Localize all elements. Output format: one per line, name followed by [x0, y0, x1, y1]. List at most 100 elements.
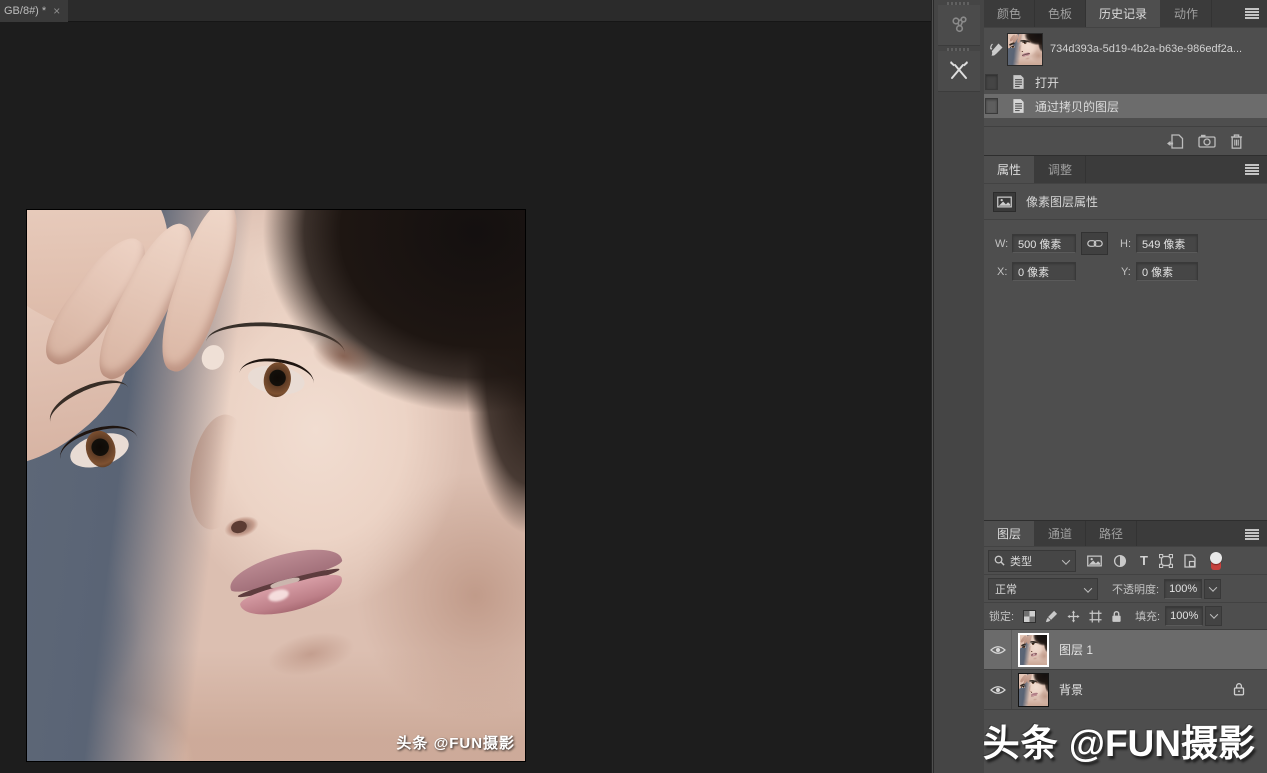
- half-circle-icon: [1113, 554, 1127, 567]
- link-icon: [1086, 240, 1103, 247]
- photoshop-window: GB/8#) * × 头条 @FUN摄影 颜色 色板 历史记录 动作 734d3…: [0, 0, 1267, 773]
- layer-filter-toggle[interactable]: [1209, 551, 1222, 570]
- lock-position-button[interactable]: [1067, 609, 1080, 623]
- filter-kind-value: 类型: [1010, 555, 1032, 568]
- eye-icon: [989, 685, 1006, 694]
- tab-adjustments[interactable]: 调整: [1035, 156, 1087, 183]
- collapsed-panel-tool-presets-button[interactable]: [938, 51, 980, 92]
- layer-name[interactable]: 背景: [1059, 681, 1083, 698]
- history-brush-well[interactable]: [985, 98, 998, 114]
- opacity-dropdown-button[interactable]: [1204, 578, 1222, 599]
- filter-pixel-layers-button[interactable]: [1087, 555, 1102, 567]
- document-tab[interactable]: GB/8#) * ×: [0, 0, 69, 22]
- document-image[interactable]: 头条 @FUN摄影: [27, 210, 525, 761]
- history-state-icon: [1011, 98, 1026, 114]
- collapsed-panel-nodes-button[interactable]: [938, 5, 980, 46]
- history-brush-well[interactable]: [985, 74, 998, 90]
- new-document-from-state-button[interactable]: [1166, 133, 1184, 149]
- layer-thumbnail[interactable]: [1018, 632, 1049, 667]
- smart-object-icon: [1184, 553, 1196, 568]
- lock-row: 锁定: 填充: 100%: [984, 603, 1267, 630]
- tab-layers[interactable]: 图层: [984, 521, 1036, 546]
- portrait-eye: [1009, 45, 1016, 49]
- dimensions-row-xy: X: Y:: [984, 260, 1267, 288]
- layer-row-background[interactable]: 背景: [984, 670, 1267, 710]
- panel-menu-icon[interactable]: [1245, 529, 1259, 540]
- lock-artboard-button[interactable]: [1089, 609, 1102, 623]
- crossed-brushes-icon: [950, 61, 968, 79]
- blend-mode-select[interactable]: 正常: [988, 577, 1098, 600]
- canvas-area[interactable]: GB/8#) * × 头条 @FUN摄影: [0, 0, 932, 773]
- history-state-layer-via-copy[interactable]: 通过拷贝的图层: [984, 94, 1267, 118]
- history-snapshot-name: 734d393a-5d19-4b2a-b63e-986edf2a...: [1050, 43, 1243, 55]
- layer-thumbnail[interactable]: [1018, 672, 1049, 707]
- filter-smart-objects-button[interactable]: [1184, 553, 1196, 568]
- page-watermark: 头条 @FUN摄影: [983, 713, 1255, 767]
- lock-all-button[interactable]: [1111, 610, 1122, 623]
- panel-dock-strip: [933, 0, 984, 773]
- chevron-down-icon: [1209, 610, 1218, 619]
- tab-actions[interactable]: 动作: [1161, 0, 1213, 27]
- visibility-toggle[interactable]: [984, 630, 1012, 669]
- linked-nodes-icon: [952, 16, 967, 33]
- portrait-chin-shadow: [1023, 56, 1032, 61]
- photo-watermark: 头条 @FUN摄影: [396, 734, 516, 752]
- watermark-handle: @FUN摄影: [1058, 723, 1255, 764]
- artboard-icon: [1089, 609, 1102, 623]
- properties-panel-tabs: 属性 调整: [984, 156, 1267, 184]
- eye-icon: [989, 645, 1006, 654]
- tab-history[interactable]: 历史记录: [1086, 0, 1162, 27]
- link-dimensions-button[interactable]: [1081, 232, 1108, 255]
- tab-channels[interactable]: 通道: [1035, 521, 1087, 546]
- blend-row: 正常 不透明度:: [984, 575, 1267, 603]
- chevron-down-icon: [1061, 555, 1071, 565]
- new-snapshot-button[interactable]: [1198, 134, 1216, 148]
- x-input[interactable]: [1012, 262, 1076, 281]
- layers-panel-tabs: 图层 通道 路径: [984, 521, 1267, 547]
- fill-input[interactable]: [1165, 606, 1204, 626]
- history-panel: 颜色 色板 历史记录 动作 734d393a-5d19-4b2a-b63e-98…: [984, 0, 1267, 155]
- portrait-chin-shadow: [252, 617, 370, 690]
- layer-row-layer1[interactable]: 图层 1: [984, 630, 1267, 670]
- height-input[interactable]: [1136, 234, 1198, 253]
- tab-paths[interactable]: 路径: [1086, 521, 1138, 546]
- filter-kind-select[interactable]: 类型: [988, 549, 1076, 572]
- portrait-eyeshadow: [1034, 680, 1040, 684]
- y-input[interactable]: [1136, 262, 1198, 281]
- opacity-label: 不透明度:: [1112, 583, 1160, 596]
- lock-transparent-pixels-button[interactable]: [1023, 609, 1037, 623]
- search-icon: [994, 555, 1005, 566]
- y-label: Y:: [1121, 266, 1131, 278]
- panel-menu-icon[interactable]: [1245, 8, 1259, 19]
- tab-color[interactable]: 颜色: [984, 0, 1036, 27]
- filter-shape-layers-button[interactable]: [1158, 553, 1173, 568]
- portrait-lips: [225, 538, 351, 626]
- height-label: H:: [1120, 238, 1131, 250]
- fill-dropdown-button[interactable]: [1205, 606, 1223, 626]
- panel-column: 颜色 色板 历史记录 动作 734d393a-5d19-4b2a-b63e-98…: [983, 0, 1267, 773]
- pixel-layer-icon: [993, 191, 1016, 212]
- properties-header: 像素图层属性: [984, 184, 1267, 220]
- portrait-nose: [182, 410, 255, 534]
- width-label: W:: [995, 238, 1009, 250]
- close-icon[interactable]: ×: [53, 5, 60, 17]
- delete-state-button[interactable]: [1230, 133, 1243, 149]
- portrait-chin-shadow: [1032, 697, 1039, 702]
- history-state-open[interactable]: 打开: [984, 70, 1267, 94]
- lock-icon: [1112, 610, 1121, 622]
- history-snapshot-row[interactable]: 734d393a-5d19-4b2a-b63e-986edf2a...: [984, 28, 1267, 70]
- properties-title: 像素图层属性: [1026, 195, 1099, 209]
- history-snapshot-thumbnail[interactable]: [1007, 32, 1043, 66]
- lock-image-pixels-button[interactable]: [1045, 610, 1058, 623]
- tab-swatches[interactable]: 色板: [1035, 0, 1087, 27]
- history-brush-icon[interactable]: [987, 42, 1005, 57]
- filter-type-layers-button[interactable]: T: [1140, 553, 1148, 568]
- visibility-toggle[interactable]: [984, 670, 1012, 709]
- layer-name[interactable]: 图层 1: [1059, 641, 1093, 658]
- tab-properties[interactable]: 属性: [984, 156, 1036, 183]
- brush-icon: [1045, 610, 1058, 622]
- filter-adjustment-layers-button[interactable]: [1113, 554, 1127, 568]
- opacity-input[interactable]: [1164, 578, 1203, 599]
- panel-menu-icon[interactable]: [1245, 164, 1259, 175]
- width-input[interactable]: [1012, 234, 1076, 253]
